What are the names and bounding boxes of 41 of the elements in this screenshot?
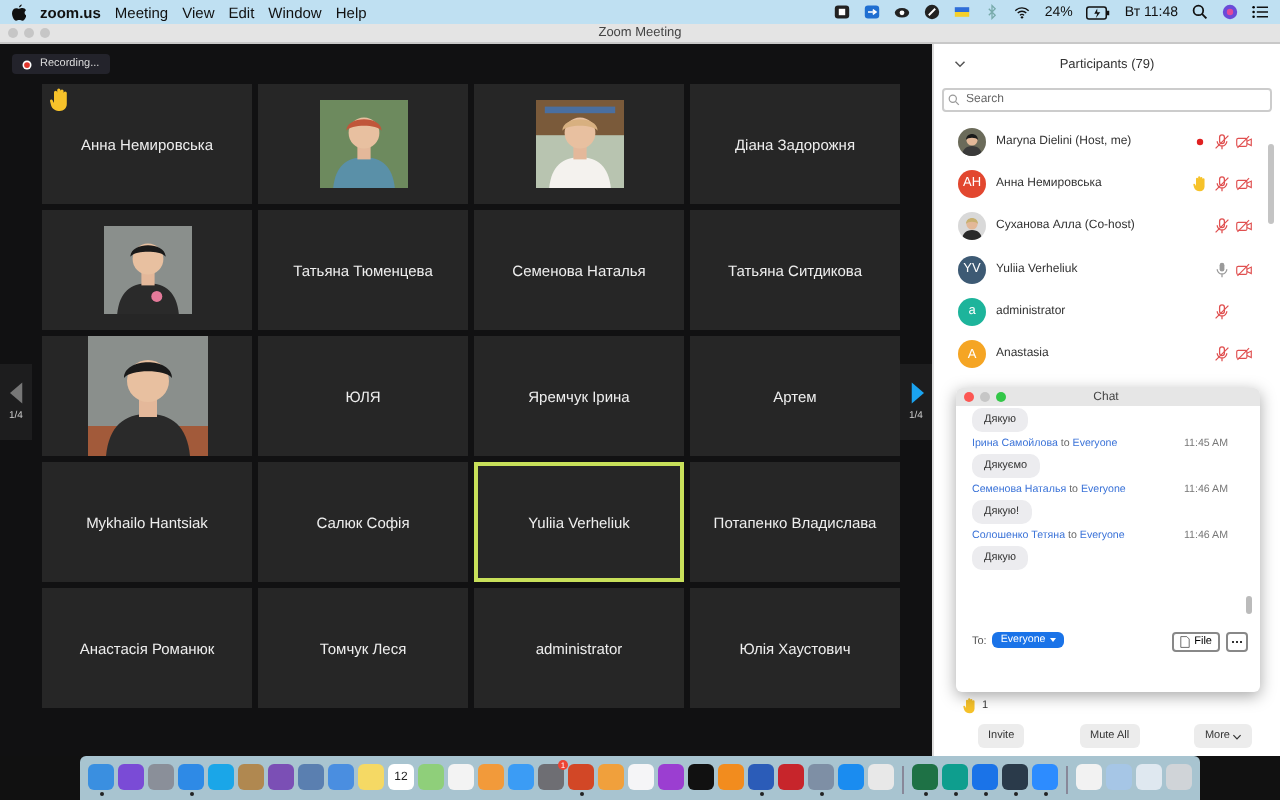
left-arrow-icon — [9, 382, 23, 404]
mic-muted-icon[interactable] — [1214, 303, 1230, 320]
video-off-icon[interactable] — [1236, 261, 1252, 278]
right-arrow-icon — [909, 382, 923, 404]
app-icon[interactable] — [688, 764, 714, 790]
battery-icon[interactable] — [1086, 5, 1111, 19]
list-icon[interactable] — [1252, 4, 1268, 20]
siri-icon[interactable] — [1222, 4, 1238, 20]
search-icon[interactable] — [1192, 4, 1208, 20]
close-button[interactable] — [964, 392, 974, 402]
video-tile[interactable] — [258, 84, 468, 204]
mic-muted-icon[interactable] — [1214, 175, 1230, 192]
chevron-icon[interactable] — [954, 60, 966, 68]
mic-muted-icon[interactable] — [1214, 133, 1230, 150]
bluetooth-icon[interactable] — [984, 4, 1001, 20]
video-off-icon[interactable] — [1236, 175, 1252, 192]
disc-icon[interactable] — [924, 4, 941, 20]
video-tile[interactable] — [42, 336, 252, 456]
caret-icon — [1049, 638, 1056, 642]
mic-muted-icon[interactable] — [1214, 218, 1230, 235]
mic-muted-icon[interactable] — [1214, 346, 1230, 363]
video-tile[interactable] — [42, 210, 252, 330]
caret-icon — [1231, 733, 1242, 739]
record-icon — [22, 59, 32, 69]
video-off-icon[interactable] — [1236, 346, 1252, 363]
status-icon[interactable] — [834, 4, 851, 20]
video-off-icon[interactable] — [1236, 218, 1252, 235]
scrollbar[interactable] — [1246, 596, 1252, 614]
document-icon — [1180, 636, 1191, 648]
zoom-button[interactable] — [996, 392, 1006, 402]
apple-icon[interactable] — [12, 3, 26, 21]
search-icon — [948, 94, 960, 106]
more-options-button[interactable] — [1226, 632, 1248, 652]
raised-hand-icon — [962, 698, 978, 714]
scrollbar[interactable] — [1268, 144, 1274, 224]
mic-icon[interactable] — [1214, 261, 1230, 278]
video-off-icon[interactable] — [1236, 133, 1252, 150]
flag-icon[interactable] — [954, 4, 971, 20]
app-icon[interactable] — [1002, 764, 1028, 790]
wifi-icon[interactable] — [1014, 4, 1031, 20]
video-tile[interactable] — [474, 84, 684, 204]
